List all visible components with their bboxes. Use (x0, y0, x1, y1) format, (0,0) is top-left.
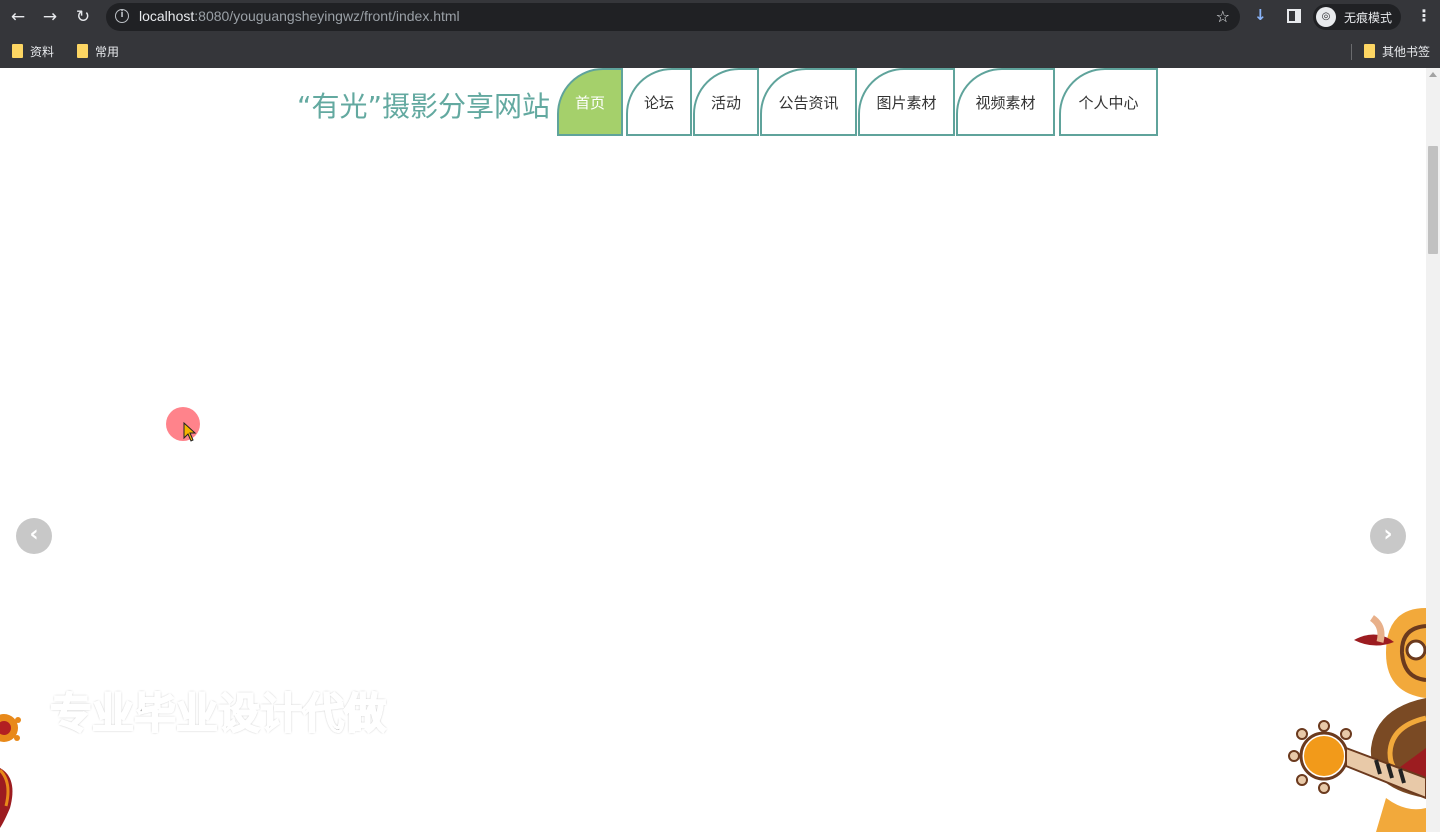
incognito-icon: ◎ (1316, 7, 1336, 27)
watermark-text: 专业毕业设计代做 (49, 688, 387, 739)
side-panel-icon[interactable] (1287, 9, 1301, 23)
bookmarks-bar: 资料 常用 其他书签 (0, 34, 1440, 68)
incognito-badge[interactable]: ◎ 无痕模式 (1313, 4, 1401, 30)
browser-menu-icon[interactable]: ⋮ (1416, 6, 1432, 25)
folder-icon (12, 44, 23, 58)
nav-images[interactable]: 图片素材 (858, 68, 955, 136)
page-scrollbar[interactable] (1426, 68, 1440, 832)
page: “有光”摄影分享网站 首页 论坛 活动 公告资讯 图片素材 视频素材 个人中心 … (0, 68, 1440, 832)
bookmark-folder-ziliao[interactable]: 资料 (12, 42, 54, 60)
url-path: :8080/youguangsheyingwz/front/index.html (194, 8, 460, 24)
download-icon[interactable]: ↓ (1254, 6, 1267, 24)
bookmark-label: 其他书签 (1382, 44, 1431, 59)
site-info-icon[interactable]: i (115, 9, 129, 23)
bookmark-separator (1351, 44, 1352, 60)
folder-icon (77, 44, 88, 58)
scroll-thumb[interactable] (1428, 146, 1438, 254)
ornament-right-decoration (1288, 608, 1426, 832)
site-title: “有光”摄影分享网站 (297, 90, 551, 123)
nav-home[interactable]: 首页 (557, 68, 623, 136)
address-url[interactable]: localhost:8080/youguangsheyingwz/front/i… (139, 8, 460, 24)
folder-icon (1364, 44, 1375, 58)
back-icon[interactable]: ← (7, 7, 29, 27)
mouse-cursor-icon (183, 422, 197, 442)
browser-toolbar: ← → ↻ i localhost:8080/youguangsheyingwz… (0, 0, 1440, 34)
carousel-next-button[interactable]: › (1370, 518, 1406, 554)
scroll-up-icon[interactable] (1429, 72, 1437, 77)
incognito-label: 无痕模式 (1344, 11, 1393, 25)
nav-forum[interactable]: 论坛 (626, 68, 692, 136)
bookmark-folder-other[interactable]: 其他书签 (1364, 42, 1430, 60)
reload-icon[interactable]: ↻ (72, 7, 94, 27)
bookmark-label: 资料 (30, 44, 55, 59)
address-bar[interactable]: i localhost:8080/youguangsheyingwz/front… (106, 3, 1240, 31)
carousel-prev-button[interactable]: ‹ (16, 518, 52, 554)
nav-videos[interactable]: 视频素材 (956, 68, 1055, 136)
forward-icon[interactable]: → (39, 7, 61, 27)
nav-profile[interactable]: 个人中心 (1059, 68, 1158, 136)
bookmark-folder-changyong[interactable]: 常用 (77, 42, 119, 60)
bookmark-label: 常用 (95, 44, 120, 59)
bookmark-star-icon[interactable]: ☆ (1216, 7, 1230, 26)
ornament-left-decoration (0, 714, 21, 828)
nav-announcements[interactable]: 公告资讯 (760, 68, 857, 136)
url-host: localhost (139, 8, 195, 24)
nav-activity[interactable]: 活动 (693, 68, 759, 136)
